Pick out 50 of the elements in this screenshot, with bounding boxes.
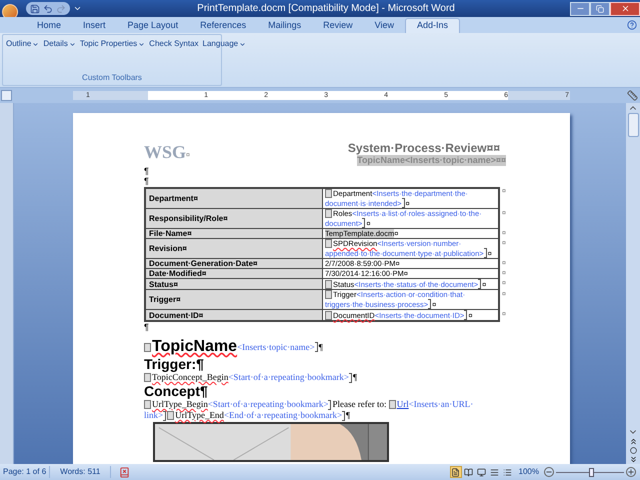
ribbon-tab[interactable]: Page Layout [116, 18, 190, 33]
ribbon-menu-button[interactable]: Details [43, 38, 76, 50]
field-name: TopicConcept_Begin [152, 372, 228, 383]
text: ¶ [318, 341, 323, 353]
window-title: PrintTemplate.docm [Compatibility Mode] - Microsoft Word [196, 2, 456, 16]
logo: WSG [144, 143, 186, 161]
ribbon-menu-button[interactable]: Topic Properties [80, 38, 146, 50]
field-hint: <Start·of·a·repeating·bookmark> [228, 372, 349, 383]
ribbon-menu-button[interactable]: Language [202, 38, 246, 50]
paragraph-mark: ¶ [144, 176, 149, 186]
table-label-cell: Status¤ [146, 279, 323, 289]
document-title: System·Process·Review¤¤ [348, 141, 500, 155]
text: Please refer to: [332, 399, 388, 410]
word-count[interactable]: Words: 511 [50, 466, 112, 478]
zoom-level[interactable]: 100% [518, 466, 539, 478]
field-name: UrlType_End [175, 410, 224, 421]
document-subtitle: TopicName<Inserts·topic·name>¤¤ [357, 155, 506, 166]
table-label-cell: Revision¤ [146, 239, 323, 258]
table-label-cell: Document·ID¤ [146, 310, 323, 320]
ribbon-tab[interactable]: View [364, 18, 405, 33]
table-label-cell: File·Name¤ [146, 229, 323, 238]
text: ¶ [352, 372, 358, 383]
field-hint: <Inserts·topic·name> [237, 341, 315, 353]
table-label-cell: Document·Generation·Date¤ [146, 259, 323, 268]
text: ¶ [346, 410, 350, 421]
ribbon-tab[interactable]: Add-Ins [405, 18, 460, 33]
ribbon-tab[interactable]: Insert [72, 18, 117, 33]
text: Trigger:¶ [144, 356, 204, 372]
ribbon-tab[interactable]: Mailings [257, 18, 312, 33]
page-count[interactable]: Page: 1 of 6 [0, 466, 50, 478]
group-label: Custom Toolbars [81, 72, 143, 84]
table-label-cell: Trigger¤ [146, 290, 323, 309]
field-hint: link> [144, 410, 164, 421]
table-label-cell: Department¤ [146, 189, 323, 208]
text: Concept¶ [144, 383, 208, 399]
field-name: UrlType_Begin [152, 399, 208, 410]
paragraph-mark: ¶ [144, 166, 149, 176]
paragraph-mark: ¶ [144, 322, 149, 332]
field-name: TopicName [152, 338, 238, 356]
field-hint: <Inserts·an·URL· [408, 399, 474, 410]
ribbon-menu-button[interactable]: Outline [6, 38, 40, 50]
table-label-cell: Responsibility/Role¤ [146, 209, 323, 228]
field-hint: <Start·of·a·repeating·bookmark> [208, 399, 328, 410]
ribbon-tab[interactable]: Home [26, 18, 72, 33]
table-label-cell: Date·Modified¤ [146, 269, 323, 278]
ribbon-tab[interactable]: Review [312, 18, 364, 33]
url-link[interactable]: Url [396, 399, 409, 410]
ribbon-tab[interactable]: References [189, 18, 258, 33]
field-hint: <End·of·a·repeating·bookmark> [224, 410, 342, 421]
ribbon-menu-button[interactable]: Check Syntax [149, 38, 199, 50]
